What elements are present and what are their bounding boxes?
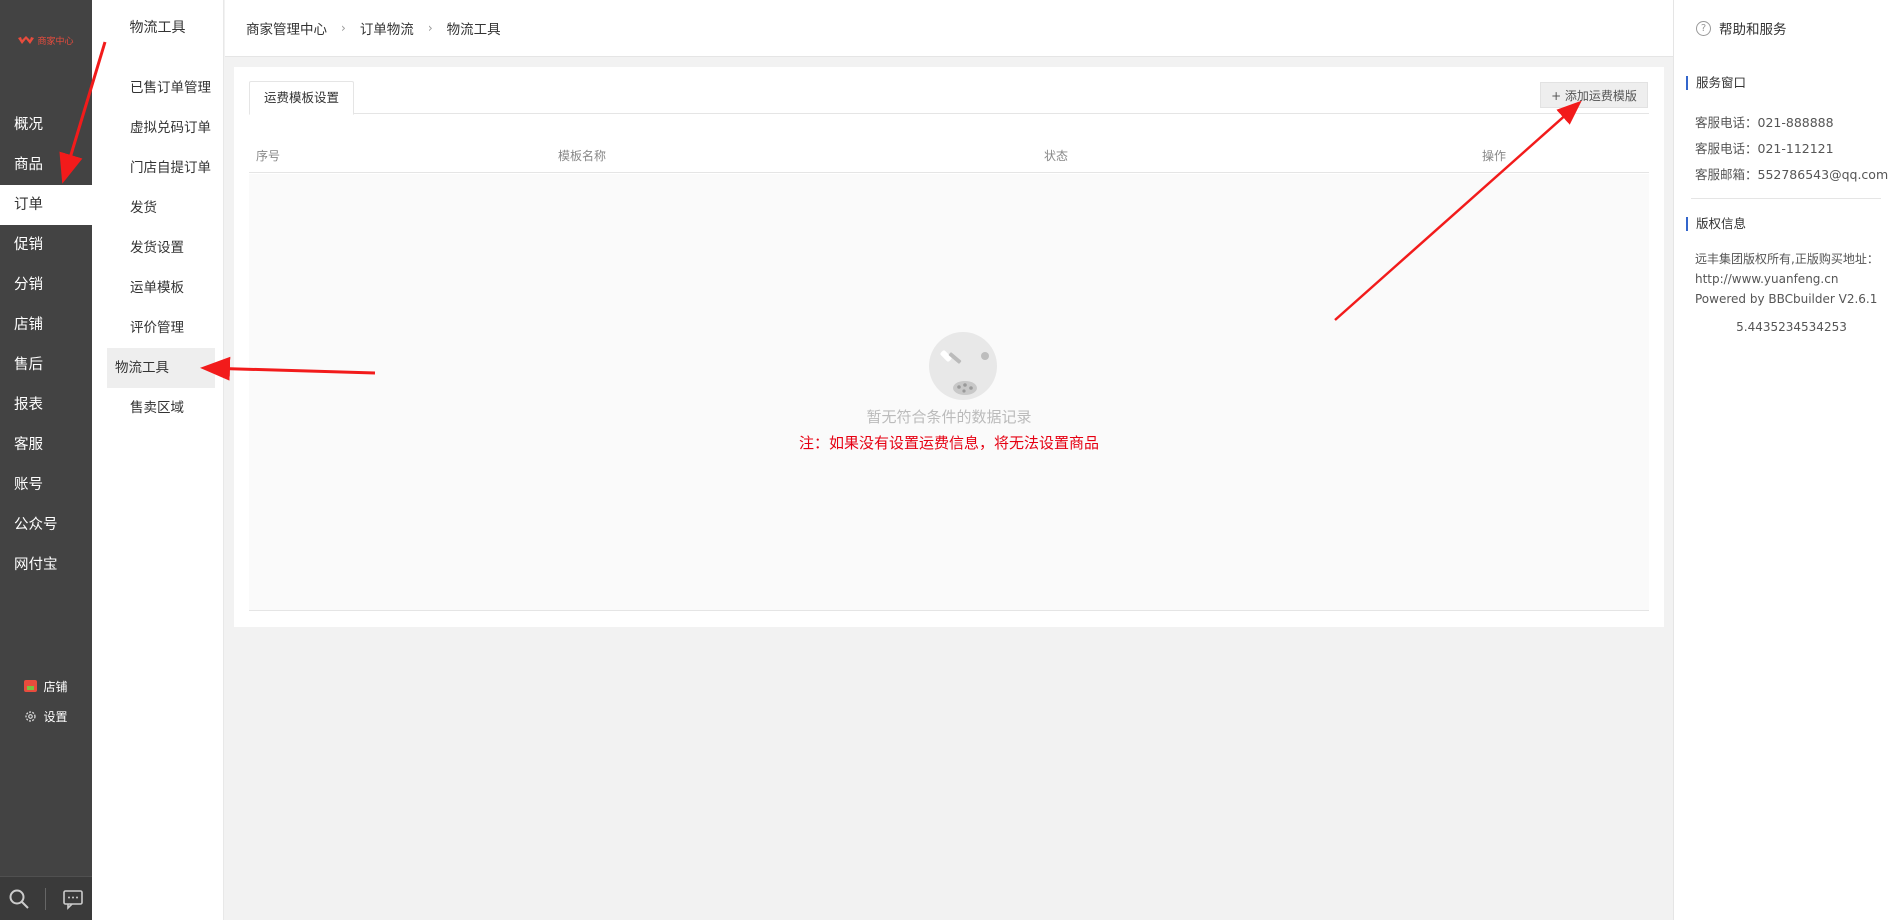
nav-item-orders[interactable]: 订单 [0, 185, 92, 225]
logo[interactable]: 商家中心 [0, 0, 92, 80]
sub-item-logistics-tools[interactable]: 物流工具 [107, 348, 215, 388]
sub-item-virtual-orders[interactable]: 虚拟兑码订单 [107, 108, 215, 148]
service-section-title: 服务窗口 [1686, 76, 1898, 90]
nav-item-shop[interactable]: 店铺 [0, 305, 92, 345]
sub-sidebar-menu: 已售订单管理 虚拟兑码订单 门店自提订单 发货 发货设置 运单模板 评价管理 物… [92, 56, 223, 428]
breadcrumb-item: 物流工具 [446, 22, 501, 38]
settings-link[interactable]: 设置 [0, 701, 92, 731]
service-phone-1: 客服电话：021-888888 [1695, 115, 1834, 130]
help-panel: ? 帮助和服务 服务窗口 客服电话：021-888888 客服电话：021-11… [1673, 0, 1898, 920]
main-panel: 运费模板设置 + 添加运费模版 序号 模板名称 状态 操作 暂无符合条件的数据记… [234, 67, 1664, 627]
column-header-actions: 操作 [1482, 149, 1507, 163]
warning-note: 注：如果没有设置运费信息，将无法设置商品 [798, 434, 1099, 452]
add-shipping-template-button[interactable]: + 添加运费模版 [1540, 82, 1648, 108]
shop-link[interactable]: 店铺 [0, 671, 92, 701]
shop-icon [24, 680, 38, 692]
empty-state-text: 暂无符合条件的数据记录 [866, 408, 1032, 426]
help-panel-title: 帮助和服务 [1719, 22, 1787, 38]
service-phone-2: 客服电话：021-112121 [1695, 141, 1834, 156]
help-icon: ? [1696, 20, 1711, 36]
sub-item-ship[interactable]: 发货 [107, 188, 215, 228]
column-header-status: 状态 [1044, 149, 1069, 163]
nav-item-wangfubao[interactable]: 网付宝 [0, 545, 92, 585]
nav-item-reports[interactable]: 报表 [0, 385, 92, 425]
sub-sidebar: 物流工具 已售订单管理 虚拟兑码订单 门店自提订单 发货 发货设置 运单模板 评… [92, 0, 224, 920]
tab-shipping-template[interactable]: 运费模板设置 [249, 81, 354, 115]
column-header-template-name: 模板名称 [558, 149, 607, 163]
breadcrumb: 商家管理中心 › 订单物流 › 物流工具 [225, 0, 1673, 57]
help-panel-header[interactable]: ? 帮助和服务 [1674, 0, 1898, 56]
service-email: 客服邮箱：552786543@qq.com [1695, 167, 1889, 182]
sub-item-waybill-template[interactable]: 运单模板 [107, 268, 215, 308]
breadcrumb-item[interactable]: 商家管理中心 [246, 18, 327, 38]
chevron-right-icon: › [427, 21, 433, 35]
sub-item-pickup-orders[interactable]: 门店自提订单 [107, 148, 215, 188]
nav-item-goods[interactable]: 商品 [0, 145, 92, 185]
copyright-section-title: 版权信息 [1686, 217, 1898, 231]
settings-link-label: 设置 [43, 709, 68, 724]
sub-item-ship-settings[interactable]: 发货设置 [107, 228, 215, 268]
sidebar-bottom-bar [0, 876, 92, 920]
nav-item-service[interactable]: 客服 [0, 425, 92, 465]
shop-link-label: 店铺 [43, 679, 68, 694]
nav-item-promotion[interactable]: 促销 [0, 225, 92, 265]
sidebar-extra-links: 店铺 设置 [0, 671, 92, 731]
sub-item-reviews[interactable]: 评价管理 [107, 308, 215, 348]
chevron-right-icon: › [341, 21, 346, 35]
chat-icon[interactable] [62, 888, 84, 910]
copyright-text: 远丰集团版权所有,正版购买地址：http://www.yuanfeng.cn [1695, 252, 1879, 286]
version-number: 5.4435234534253 [1736, 320, 1847, 334]
breadcrumb-item[interactable]: 订单物流 [360, 18, 414, 38]
gear-icon [25, 710, 37, 722]
sub-sidebar-title: 物流工具 [129, 20, 186, 36]
table-header: 序号 模板名称 状态 操作 [249, 139, 1649, 173]
nav-item-aftersale[interactable]: 售后 [0, 345, 92, 385]
tab-bar: 运费模板设置 [249, 81, 1649, 115]
main-nav: 概况 商品 订单 促销 分销 店铺 售后 报表 客服 账号 公众号 网付宝 [0, 105, 92, 585]
service-info: 客服电话：021-888888 客服电话：021-112121 客服邮箱：552… [1674, 110, 1898, 188]
divider [45, 887, 47, 910]
nav-item-distribution[interactable]: 分销 [0, 265, 92, 305]
nav-item-overview[interactable]: 概况 [0, 105, 92, 145]
search-icon[interactable] [8, 888, 30, 910]
sub-item-sold-orders[interactable]: 已售订单管理 [107, 68, 215, 108]
nav-item-official-account[interactable]: 公众号 [0, 505, 92, 545]
table-body-empty: 暂无符合条件的数据记录 注：如果没有设置运费信息，将无法设置商品 [249, 174, 1649, 611]
column-header-index: 序号 [256, 149, 281, 163]
sub-item-sales-region[interactable]: 售卖区域 [107, 388, 215, 428]
logo-icon [18, 35, 35, 44]
divider [1691, 198, 1881, 199]
nav-item-account[interactable]: 账号 [0, 465, 92, 505]
powered-by-text: Powered by BBCbuilder V2.6.1 [1695, 292, 1878, 306]
main-sidebar: 商家中心 概况 商品 订单 促销 分销 店铺 售后 报表 客服 账号 公众号 网… [0, 0, 92, 920]
empty-state-icon [929, 332, 997, 400]
copyright-info: 远丰集团版权所有,正版购买地址：http://www.yuanfeng.cn P… [1674, 249, 1898, 337]
logo-text: 商家中心 [37, 36, 74, 47]
